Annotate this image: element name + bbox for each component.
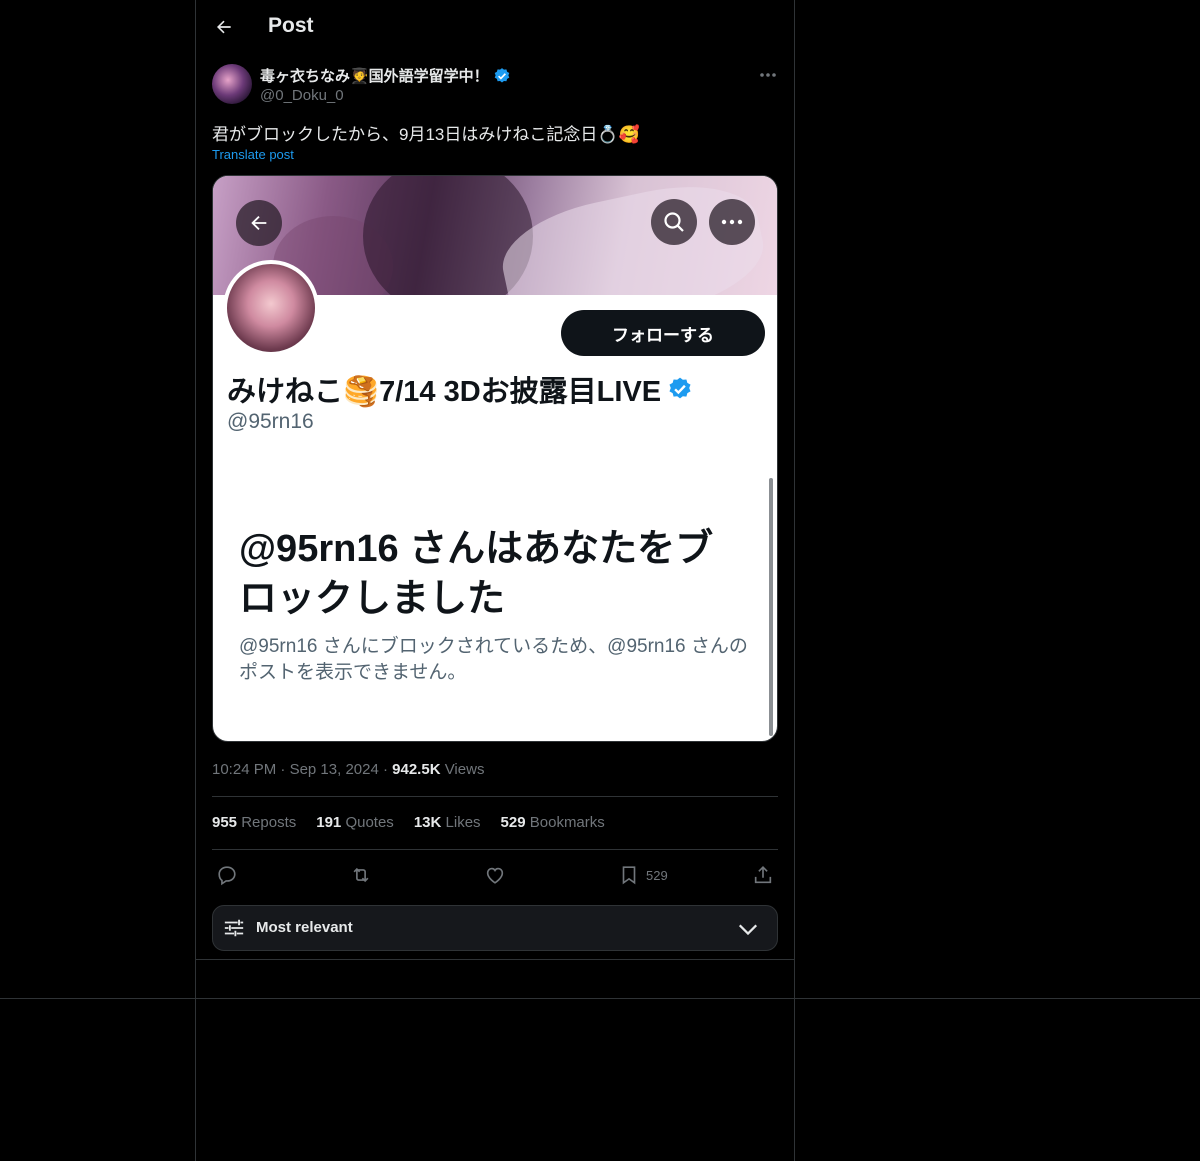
- back-button[interactable]: [207, 10, 241, 44]
- sort-label: Most relevant: [256, 919, 353, 936]
- reposts-label: Reposts: [241, 814, 297, 831]
- quotes-stat[interactable]: 191 Quotes: [316, 814, 394, 831]
- divider: [212, 796, 778, 797]
- back-arrow-icon: [217, 20, 231, 34]
- meta-separator: ·: [382, 761, 388, 778]
- bookmarks-stat[interactable]: 529 Bookmarks: [501, 814, 605, 831]
- likes-label: Likes: [445, 814, 481, 831]
- top-bar: Post: [195, 0, 795, 54]
- share-icon: [754, 866, 772, 884]
- like-icon: [486, 867, 504, 884]
- post-media-image[interactable]: フォローする みけねこ🥞7/14 3Dお披露目LIVE @95rn16 @95r…: [212, 175, 778, 742]
- blocked-description: @95rn16 さんにブロックされているため、@95rn16 さんのポストを表示…: [239, 636, 748, 683]
- back-arrow-icon: [251, 215, 267, 231]
- post-time[interactable]: 10:24 PM: [212, 761, 276, 778]
- profile-name: みけねこ🥞7/14 3Dお披露目LIVE: [227, 376, 662, 408]
- like-button[interactable]: [484, 860, 506, 890]
- verified-badge-icon: [494, 67, 509, 83]
- media-back-button: [236, 200, 282, 246]
- repost-button[interactable]: [349, 860, 373, 890]
- chevron-down-icon: [738, 924, 758, 936]
- media-search-button: [651, 199, 697, 245]
- quotes-label: Quotes: [345, 814, 394, 831]
- verified-badge-icon: [669, 377, 691, 399]
- more-icon: [760, 73, 776, 77]
- views-label: Views: [444, 761, 485, 778]
- bookmark-count: 529: [646, 867, 668, 883]
- post-text: 君がブロックしたから、9月13日はみけねこ記念日💍🥰: [212, 125, 640, 144]
- post-meta: 10:24 PM · Sep 13, 2024 · 942.5K Views: [212, 761, 484, 778]
- page-title: Post: [268, 14, 314, 37]
- media-more-button: [709, 199, 755, 245]
- reply-sort-dropdown[interactable]: Most relevant: [212, 905, 778, 951]
- likes-count: 13K: [413, 814, 442, 831]
- author-name[interactable]: 毒ヶ衣ちなみ🧑‍🎓国外語学留学中！: [260, 65, 489, 86]
- bookmark-button[interactable]: 529: [618, 860, 668, 890]
- author-avatar[interactable]: [212, 64, 252, 104]
- divider: [212, 849, 778, 850]
- bookmarks-count: 529: [500, 814, 526, 831]
- profile-avatar: [223, 260, 319, 356]
- share-button[interactable]: [752, 860, 774, 890]
- search-icon: [664, 212, 684, 232]
- media-scrollbar: [769, 478, 773, 736]
- author-name-row[interactable]: 毒ヶ衣ちなみ🧑‍🎓国外語学留学中！: [260, 65, 511, 86]
- page-divider: [0, 998, 1200, 999]
- bookmarks-label: Bookmarks: [529, 814, 605, 831]
- more-button[interactable]: [752, 62, 784, 88]
- profile-name-row: みけねこ🥞7/14 3Dお披露目LIVE: [227, 368, 693, 410]
- meta-separator: ·: [280, 761, 286, 778]
- translate-post-link[interactable]: Translate post: [212, 147, 294, 162]
- reply-button[interactable]: [216, 860, 238, 890]
- blocked-title: @95rn16 さんはあなたをブロックしました: [239, 528, 714, 620]
- action-bar: 529: [212, 860, 778, 890]
- follow-button: フォローする: [561, 310, 765, 356]
- repost-icon: [353, 867, 369, 883]
- more-icon: [721, 219, 743, 225]
- bookmark-icon: [622, 866, 636, 885]
- quotes-count: 191: [316, 814, 342, 831]
- profile-handle: @95rn16: [227, 410, 314, 433]
- reposts-stat[interactable]: 955 Reposts: [212, 814, 296, 831]
- views-count: 942.5K: [392, 761, 441, 778]
- reply-icon: [218, 866, 236, 886]
- post-date[interactable]: Sep 13, 2024: [290, 761, 379, 778]
- post-stats: 955 Reposts 191 Quotes 13K Likes 529 Boo…: [212, 814, 605, 831]
- reposts-count: 955: [212, 814, 238, 831]
- likes-stat[interactable]: 13K Likes: [414, 814, 481, 831]
- sliders-icon: [224, 919, 244, 937]
- divider: [195, 959, 795, 960]
- author-handle[interactable]: @0_Doku_0: [260, 87, 344, 104]
